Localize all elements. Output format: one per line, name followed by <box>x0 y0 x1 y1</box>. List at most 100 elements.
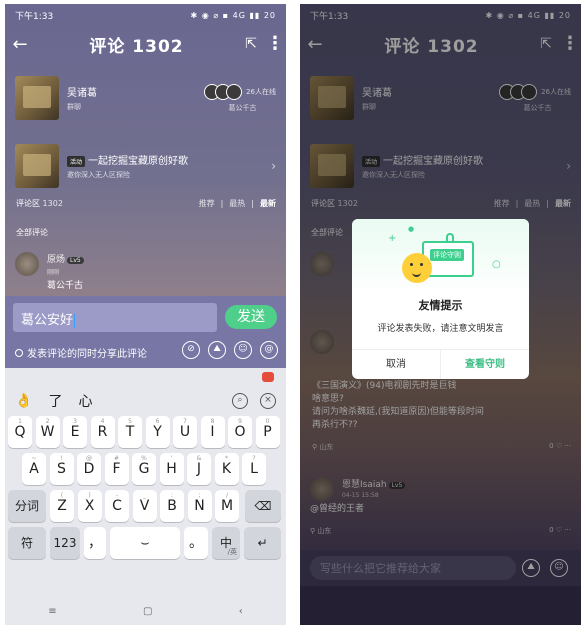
key-sub-label: 3 <box>73 418 77 425</box>
cancel-button[interactable]: 取消 <box>352 350 440 379</box>
sort-recommend[interactable]: 推荐 <box>199 199 215 208</box>
key-s[interactable]: ! S <box>49 453 74 485</box>
key-label: X <box>84 498 95 514</box>
key-f[interactable]: # F <box>104 453 129 485</box>
key-n[interactable]: ; N <box>187 490 212 522</box>
home-icon[interactable]: ▢ <box>143 606 152 617</box>
chevron-right-icon: › <box>271 159 276 173</box>
right-screen: 下午1:33 ✱ ◉ ⌀ ▪ 4G ▮▮ 20 ← 评论 1302 ⇱ ⋮ 吴诸… <box>300 4 581 625</box>
key-label: B <box>167 498 177 514</box>
enter-key[interactable]: ↵ <box>244 527 281 559</box>
key-label: L <box>250 461 258 477</box>
group-card[interactable]: 吴诸葛 群聊 26人在线 葛公千古 <box>15 76 276 120</box>
backspace-key[interactable]: ⌫ <box>245 490 281 522</box>
key-o[interactable]: 9O <box>228 416 252 448</box>
key-sub-label: 0 <box>265 418 270 425</box>
key-d[interactable]: @ D <box>77 453 101 485</box>
key-sub-label: # <box>113 455 120 462</box>
key-h[interactable]: ' H <box>159 453 184 485</box>
key-z[interactable]: (Z <box>50 490 74 522</box>
dialog-message: 评论发表失败，请注意文明发言 <box>377 324 504 334</box>
sort-hot[interactable]: 最热 <box>229 199 245 208</box>
rules-badge: 评论守则 <box>430 249 464 261</box>
key-label: 123 <box>53 536 77 550</box>
number-key[interactable]: 123 <box>50 527 80 559</box>
key-m[interactable]: / M <box>215 490 239 522</box>
key-i[interactable]: 8I <box>200 416 225 448</box>
status-icons: ✱ ◉ ⌀ ▪ 4G ▮▮ 20 <box>190 10 276 20</box>
key-sub-label: 4 <box>100 418 105 425</box>
key-label: 分词 <box>14 499 39 513</box>
comment-section-bar: 评论区 1302 推荐 | 最热 | 最新 <box>16 199 276 208</box>
key-x[interactable]: ) X <box>77 490 102 522</box>
close-icon[interactable]: × <box>260 393 276 409</box>
candidate-item[interactable]: 心 <box>78 391 92 411</box>
key-p[interactable]: 0P <box>255 416 280 448</box>
key-t[interactable]: 5T <box>118 416 142 448</box>
period-key[interactable]: 。 <box>184 527 208 559</box>
view-rules-button[interactable]: 查看守则 <box>440 350 529 379</box>
key-w[interactable]: 2W <box>35 416 60 448</box>
more-icon[interactable]: ⋮ <box>264 35 286 53</box>
key-j[interactable]: & J <box>187 453 211 485</box>
key-r[interactable]: 4R <box>90 416 115 448</box>
comment-input[interactable]: 葛公安好 <box>13 303 217 332</box>
key-l[interactable]: ? L <box>242 453 266 485</box>
candidate-item[interactable]: 👌 <box>15 393 32 409</box>
key-v[interactable]: _ V <box>132 490 157 522</box>
symbol-key[interactable]: 符 <box>8 527 46 559</box>
segment-key[interactable]: 分词 <box>8 490 46 522</box>
radio-icon[interactable] <box>15 348 23 357</box>
key-u[interactable]: 7U <box>173 416 197 448</box>
no-image-icon[interactable]: ⊘ <box>182 341 200 359</box>
sparkle-icon: ○ <box>492 259 501 270</box>
comment-user[interactable]: 原炀 <box>47 255 65 265</box>
key-e[interactable]: 3E <box>63 416 87 448</box>
candidate-item[interactable]: 了 <box>48 391 62 411</box>
key-label: D <box>83 461 95 477</box>
dialog-illustration: + ○ ● 评论守则 <box>352 219 529 295</box>
key-sub-label: ' <box>170 455 173 462</box>
key-sub-label: 2 <box>45 418 50 425</box>
back-icon[interactable]: ‹ <box>239 606 243 617</box>
key-k[interactable]: * K <box>214 453 239 485</box>
language-key[interactable]: 中/英 <box>212 527 240 559</box>
search-icon[interactable]: ⌕ <box>232 393 248 409</box>
comma-key[interactable]: ， <box>84 527 106 559</box>
key-g[interactable]: % G <box>132 453 156 485</box>
key-sub-label: ? <box>252 455 256 462</box>
key-label: I <box>210 424 215 440</box>
at-icon[interactable]: @ <box>260 341 278 359</box>
key-y[interactable]: 6Y <box>145 416 170 448</box>
key-label: ⌫ <box>254 499 272 513</box>
album-card[interactable]: 活动 一起挖掘宝藏原创好歌 邀你深入无人区探险 › <box>15 144 276 188</box>
key-label: ⌣ <box>140 535 150 551</box>
key-q[interactable]: 1Q <box>8 416 32 448</box>
emoji-icon[interactable]: ☺ <box>234 341 252 359</box>
sort-new[interactable]: 最新 <box>260 199 276 208</box>
level-badge: Lv5 <box>67 257 84 264</box>
key-b[interactable]: :B <box>160 490 184 522</box>
sparkle-icon: + <box>388 233 397 244</box>
all-comments-label: 全部评论 <box>16 227 276 238</box>
space-key[interactable]: ⌣ <box>110 527 180 559</box>
avatar[interactable] <box>15 252 39 276</box>
key-label: Y <box>153 424 162 440</box>
alert-dialog: + ○ ● 评论守则 友情提示 评论发表失败，请注意文明发言 取消 查看守则 <box>352 219 529 379</box>
key-c[interactable]: -C <box>105 490 129 522</box>
section-label: 评论区 <box>16 199 40 208</box>
image-icon[interactable]: ⛰ <box>208 341 226 359</box>
share-option[interactable]: 发表评论的同时分享此评论 <box>15 345 147 360</box>
share-icon[interactable]: ⇱ <box>238 36 264 52</box>
menu-icon[interactable]: ≡ <box>48 606 56 617</box>
back-arrow-icon[interactable]: ← <box>5 34 35 55</box>
send-button[interactable]: 发送 <box>225 305 277 329</box>
key-label: A <box>29 461 39 477</box>
key-sub-label: 1 <box>18 418 22 425</box>
dialog-title: 友情提示 <box>418 299 463 312</box>
candidate-bar: 👌 了 心 ⌕ × <box>5 386 286 416</box>
key-a[interactable]: ~ A <box>22 453 46 485</box>
key-sub-label: / <box>225 492 229 499</box>
keyboard-logo-icon[interactable] <box>262 372 274 382</box>
group-name: 吴诸葛 <box>67 88 97 99</box>
